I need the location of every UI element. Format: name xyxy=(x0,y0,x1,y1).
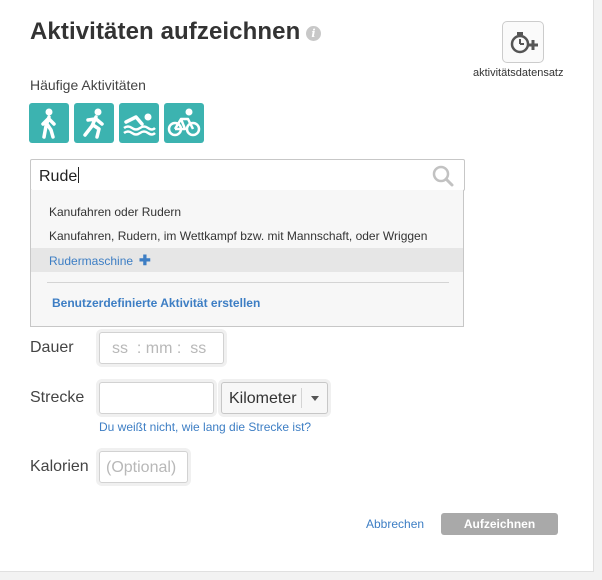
frequent-activities xyxy=(29,103,204,143)
plus-icon: ✚ xyxy=(139,252,151,268)
suggestion-item-highlighted[interactable]: Rudermaschine ✚ xyxy=(31,248,463,272)
search-value: Rude xyxy=(39,167,80,185)
dataset-button[interactable] xyxy=(502,21,544,63)
unit-value: Kilometer xyxy=(229,390,297,407)
calories-input[interactable]: (Optional) xyxy=(99,451,188,483)
page-title: Aktivitäten aufzeichnen xyxy=(30,18,301,45)
distance-input[interactable] xyxy=(99,382,214,414)
distance-unit-select[interactable]: Kilometer xyxy=(221,382,328,414)
distance-label: Strecke xyxy=(30,389,85,406)
divider xyxy=(47,282,449,283)
swimming-tile[interactable] xyxy=(119,103,159,143)
cancel-button[interactable]: Abbrechen xyxy=(366,517,424,531)
search-icon[interactable] xyxy=(432,165,454,187)
record-activity-dialog: Aktivitäten aufzeichnen i aktivitätsdate… xyxy=(0,0,594,572)
running-icon xyxy=(83,108,104,139)
stopwatch-plus-icon xyxy=(510,32,538,54)
select-divider xyxy=(301,388,302,408)
chevron-down-icon xyxy=(311,396,319,401)
walking-tile[interactable] xyxy=(29,103,69,143)
cycling-icon xyxy=(167,108,201,137)
frequent-activities-heading: Häufige Aktivitäten xyxy=(30,77,146,93)
dataset-label[interactable]: aktivitätsdatensatz xyxy=(473,67,564,79)
activity-search-input[interactable]: Rude xyxy=(30,159,465,191)
save-button[interactable]: Aufzeichnen xyxy=(441,513,558,535)
search-suggestions: Kanufahren oder Rudern Kanufahren, Ruder… xyxy=(30,190,464,327)
suggestion-item[interactable]: Kanufahren, Rudern, im Wettkampf bzw. mi… xyxy=(31,224,463,248)
distance-help-link[interactable]: Du weißt nicht, wie lang die Strecke ist… xyxy=(99,420,311,434)
cycling-tile[interactable] xyxy=(164,103,204,143)
suggestion-item[interactable]: Kanufahren oder Rudern xyxy=(31,200,463,224)
create-custom-activity-link[interactable]: Benutzerdefinierte Aktivität erstellen xyxy=(52,296,260,310)
duration-placeholder: ss : mm : ss xyxy=(112,340,207,357)
duration-input[interactable]: ss : mm : ss xyxy=(99,332,224,364)
duration-label: Dauer xyxy=(30,339,74,356)
calories-label: Kalorien xyxy=(30,458,89,475)
swimming-icon xyxy=(123,113,156,136)
calories-placeholder: (Optional) xyxy=(106,459,177,476)
walking-icon xyxy=(41,108,56,139)
running-tile[interactable] xyxy=(74,103,114,143)
info-icon[interactable]: i xyxy=(306,26,321,41)
